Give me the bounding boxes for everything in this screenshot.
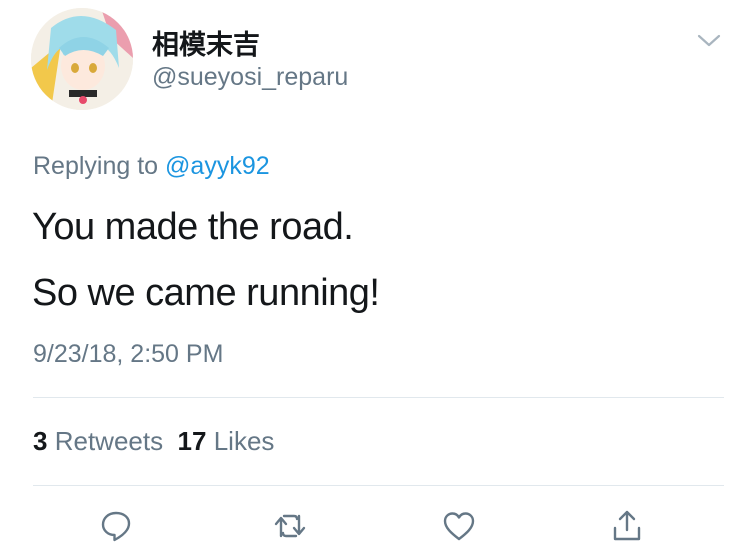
engagement-stats: 3 Retweets 17 Likes: [33, 426, 274, 457]
timestamp[interactable]: 9/23/18, 2:50 PM: [33, 340, 223, 369]
retweet-count: 3: [33, 426, 48, 456]
replying-to-label: Replying to: [33, 152, 159, 180]
user-handle[interactable]: @sueyosi_reparu: [152, 63, 348, 92]
reply-icon[interactable]: [98, 508, 134, 544]
divider: [33, 397, 724, 398]
like-label: Likes: [213, 426, 275, 456]
mention-link[interactable]: @ayyk92: [165, 152, 270, 180]
avatar-image: [31, 8, 133, 110]
chevron-down-icon[interactable]: [695, 30, 723, 50]
avatar[interactable]: [31, 8, 133, 110]
like-count: 17: [177, 426, 207, 456]
retweets-stat[interactable]: 3 Retweets: [33, 426, 163, 456]
tweet-text-line: So we came running!: [32, 272, 380, 314]
divider: [33, 485, 724, 486]
tweet-text-line: You made the road.: [32, 206, 354, 248]
share-icon[interactable]: [609, 508, 645, 544]
like-icon[interactable]: [441, 508, 477, 544]
replying-to: Replying to @ayyk92: [33, 152, 270, 181]
retweet-icon[interactable]: [272, 508, 308, 544]
display-name[interactable]: 相模末吉: [152, 23, 260, 62]
retweet-label: Retweets: [54, 426, 164, 456]
likes-stat[interactable]: 17 Likes: [178, 426, 275, 456]
